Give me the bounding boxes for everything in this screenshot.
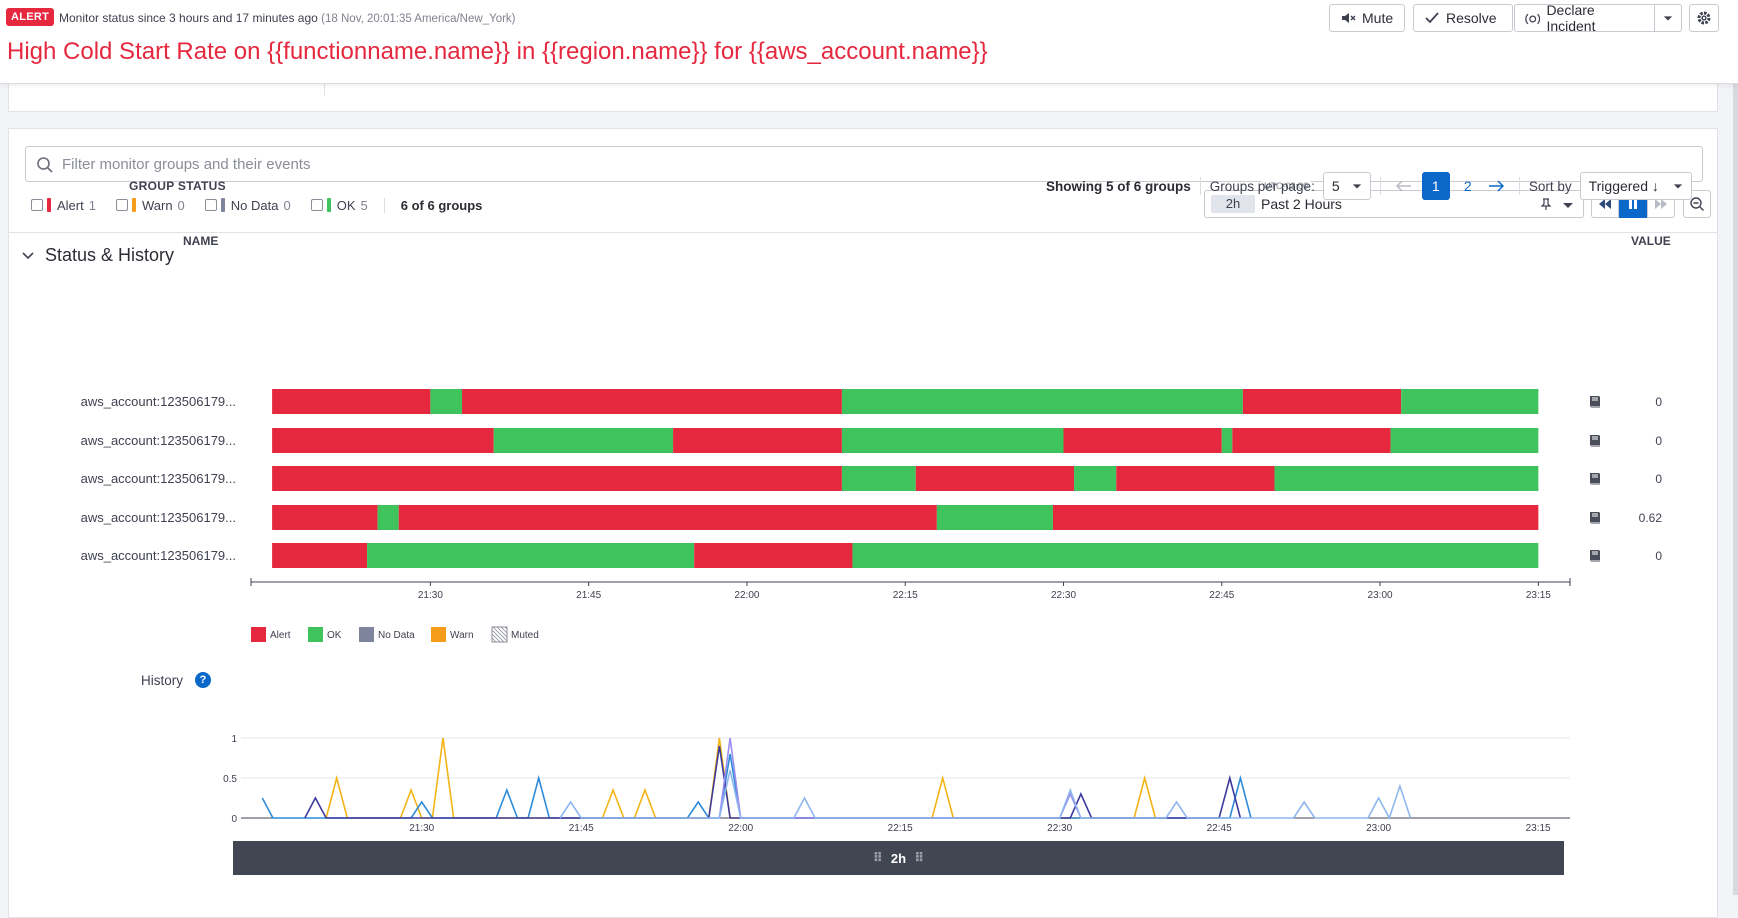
timeline-scrubber[interactable]: ⠿ 2h ⠿	[233, 841, 1564, 875]
declare-incident-label: Declare Incident	[1546, 2, 1596, 34]
history-series-line	[261, 753, 1252, 819]
status-segment-ok	[1401, 389, 1539, 414]
status-segment-ok	[841, 466, 916, 491]
history-x-tick-label: 22:00	[728, 823, 753, 834]
history-x-tick-label: 22:30	[1047, 823, 1072, 834]
status-segment-alert	[272, 428, 494, 453]
status-segment-ok	[377, 505, 399, 530]
status-axis-tick-label: 22:30	[1051, 590, 1076, 601]
scrollbar[interactable]	[1733, 0, 1738, 895]
checkmark-icon	[1425, 12, 1439, 24]
status-segment-ok	[1390, 428, 1539, 453]
status-segment-alert	[272, 389, 431, 414]
status-axis-tick-label: 22:15	[893, 590, 918, 601]
status-timestamp: (18 Nov, 20:01:35 America/New_York)	[321, 13, 516, 25]
status-segment-ok	[841, 428, 1064, 453]
status-segment-alert	[1063, 428, 1222, 453]
status-and-history-charts: 21:30 21:45 22:00 22:15 22:30 22:45 23:00 23:15…	[223, 389, 1571, 834]
alert-status-badge: ALERT	[6, 8, 55, 26]
resolve-label: Resolve	[1446, 10, 1497, 26]
status-axis-tick-label: 23:00	[1368, 590, 1393, 601]
drag-handle-icon[interactable]: ⠿	[914, 850, 924, 866]
status-segment-alert	[1242, 389, 1402, 414]
status-segment-ok	[841, 389, 1243, 414]
caret-down-icon	[1663, 16, 1673, 21]
status-segment-alert	[1116, 466, 1275, 491]
status-segment-ok	[1074, 466, 1117, 491]
declare-incident-dropdown[interactable]	[1654, 4, 1682, 32]
history-x-tick-label: 21:30	[409, 823, 434, 834]
legend-swatch	[251, 627, 266, 642]
status-segment-alert	[1232, 428, 1391, 453]
mute-button[interactable]: Mute	[1329, 4, 1405, 32]
legend-label: Muted	[511, 630, 539, 641]
timeline-range-label: 2h	[890, 850, 907, 866]
status-segment-ok	[1221, 428, 1233, 453]
status-axis-tick-label: 23:15	[1526, 590, 1551, 601]
history-label: History	[141, 672, 184, 688]
status-axis-tick-label: 22:45	[1209, 590, 1234, 601]
declare-incident-button[interactable]: Declare Incident	[1514, 2, 1655, 34]
legend-swatch	[308, 627, 323, 642]
history-x-tick-label: 21:45	[569, 823, 594, 834]
status-axis-tick-label: 21:45	[576, 590, 601, 601]
siren-icon	[1525, 13, 1541, 25]
history-y-tick-label: 0	[231, 814, 237, 825]
gear-icon	[1697, 11, 1711, 25]
history-header: History ?	[141, 672, 212, 688]
drag-handle-icon[interactable]: ⠿	[873, 850, 883, 866]
status-segment-alert	[915, 466, 1075, 491]
status-segment-alert	[272, 466, 842, 491]
status-duration: Monitor status since 3 hours and 17 minu…	[59, 11, 318, 25]
status-segment-ok	[1274, 466, 1539, 491]
status-axis-tick-label: 22:00	[734, 590, 759, 601]
status-segment-ok	[367, 543, 695, 568]
status-segment-alert	[462, 389, 842, 414]
history-x-tick-label: 22:45	[1207, 823, 1232, 834]
legend-label: Warn	[450, 630, 474, 641]
history-y-tick-label: 0.5	[223, 774, 237, 785]
legend-label: OK	[327, 630, 342, 641]
speaker-mute-icon	[1342, 13, 1356, 23]
status-segment-alert	[398, 505, 937, 530]
history-y-tick-label: 1	[231, 734, 237, 745]
status-segment-ok	[430, 389, 463, 414]
status-summary: Monitor status since 3 hours and 17 minu…	[59, 11, 516, 25]
status-segment-ok	[852, 543, 1539, 568]
status-segment-alert	[272, 505, 378, 530]
settings-button[interactable]	[1689, 4, 1719, 32]
mute-label: Mute	[1362, 10, 1394, 26]
status-axis-tick-label: 21:30	[418, 590, 443, 601]
status-segment-alert	[272, 543, 368, 568]
history-x-tick-label: 22:15	[888, 823, 913, 834]
resolve-button[interactable]: Resolve	[1413, 4, 1513, 32]
status-segment-ok	[493, 428, 674, 453]
history-x-tick-label: 23:15	[1526, 823, 1551, 834]
legend-swatch	[359, 627, 374, 642]
status-segment-alert	[1052, 505, 1539, 530]
status-segment-alert	[694, 543, 853, 568]
monitor-header: ALERT Monitor status since 3 hours and 1…	[0, 0, 1738, 84]
legend-swatch	[431, 627, 446, 642]
monitor-title: High Cold Start Rate on {{functionname.n…	[7, 38, 988, 65]
history-series-line	[559, 769, 1412, 821]
legend-label: Alert	[270, 630, 291, 641]
status-segment-alert	[673, 428, 842, 453]
help-icon[interactable]: ?	[195, 672, 212, 688]
legend-label: No Data	[378, 630, 415, 641]
history-x-tick-label: 23:00	[1366, 823, 1391, 834]
status-segment-ok	[936, 505, 1053, 530]
